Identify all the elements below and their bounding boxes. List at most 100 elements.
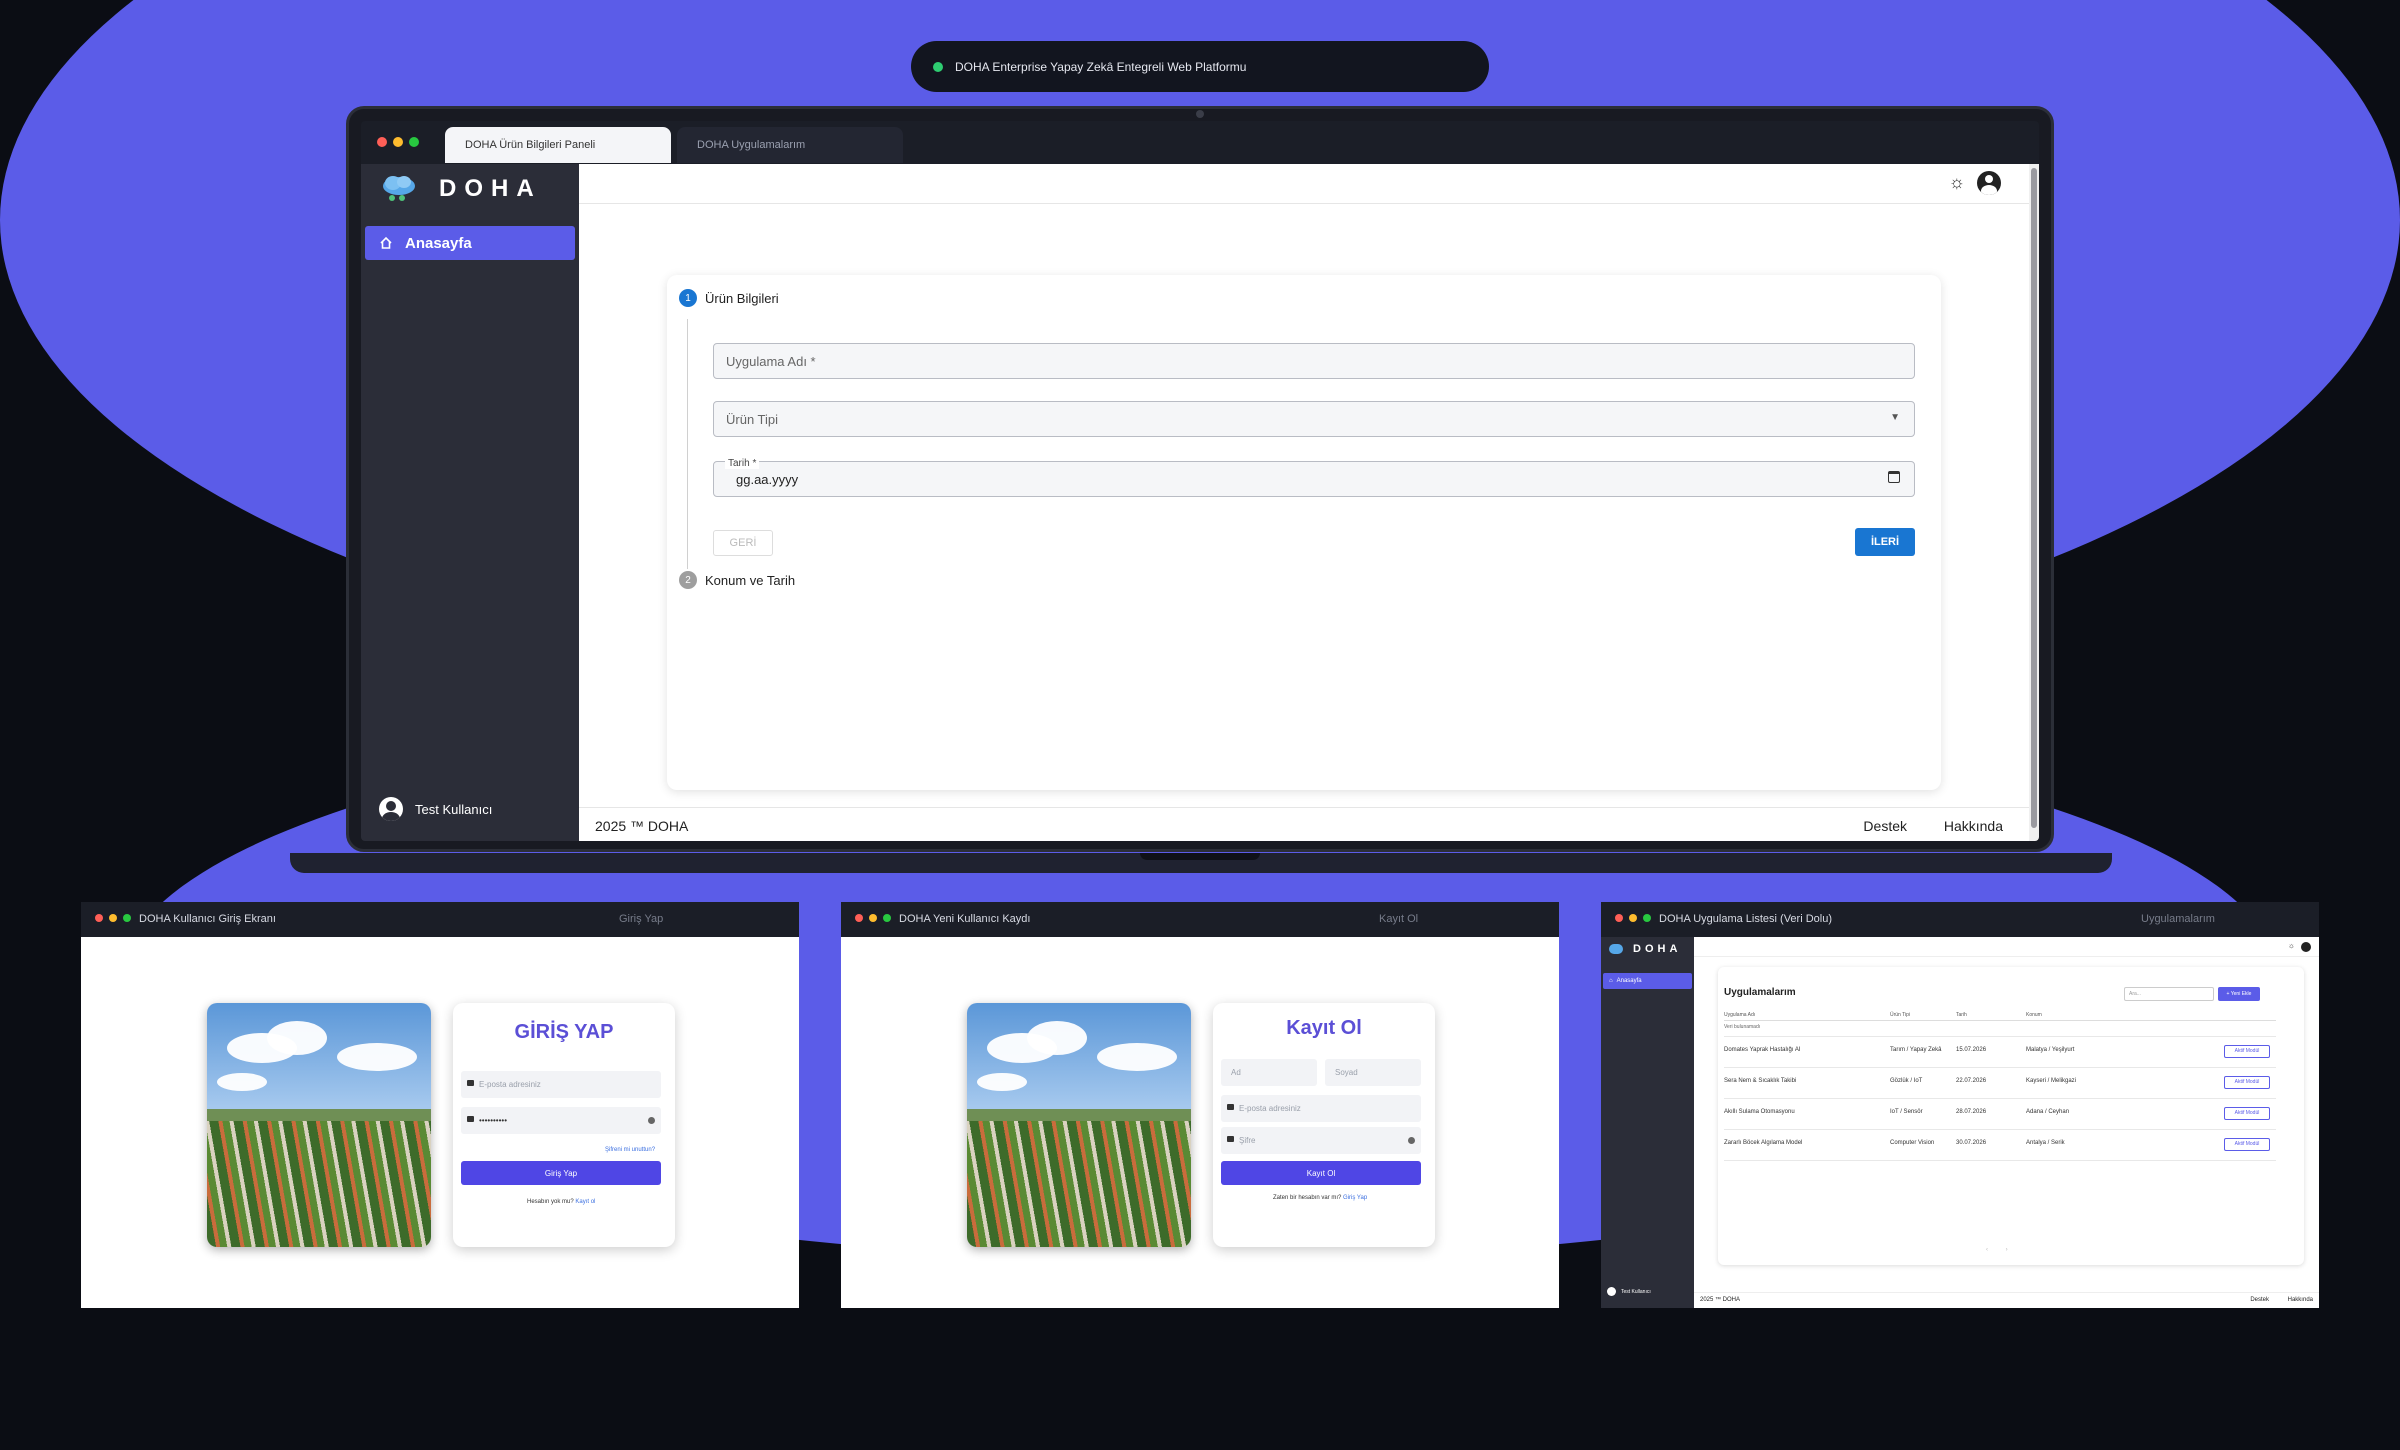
active-module-button[interactable]: Aktif Modül	[2224, 1045, 2270, 1058]
register-link[interactable]: Kayıt ol	[575, 1199, 595, 1205]
forgot-password-link[interactable]: Şifreni mi unuttun?	[605, 1147, 655, 1153]
product-type-placeholder: Ürün Tipi	[726, 411, 779, 427]
theme-toggle-icon[interactable]: ☼	[2288, 941, 2295, 950]
calendar-icon[interactable]	[1888, 471, 1900, 483]
search-input[interactable]: Ara...	[2124, 987, 2214, 1001]
home-icon	[380, 236, 392, 249]
step-location-date[interactable]: 2 Konum ve Tarih	[679, 571, 795, 589]
step-number: 2	[679, 571, 697, 589]
banner-text: DOHA Enterprise Yapay Zekâ Entegreli Web…	[955, 59, 1247, 74]
table-row[interactable]: Domates Yaprak Hastalığı AI Tarım / Yapa…	[1724, 1037, 2276, 1068]
register-button[interactable]: Kayıt Ol	[1221, 1161, 1421, 1185]
footer-about-link[interactable]: Hakkında	[1944, 818, 2003, 834]
column-header[interactable]: Konum	[2026, 1012, 2042, 1018]
close-window-icon[interactable]	[377, 137, 387, 147]
maximize-window-icon[interactable]	[883, 914, 891, 922]
apps-card: Uygulamalarım Ara... + Yeni Ekle Uygulam…	[1718, 967, 2304, 1265]
last-name-input[interactable]: Soyad	[1325, 1059, 1421, 1086]
minimize-window-icon[interactable]	[869, 914, 877, 922]
minimize-window-icon[interactable]	[109, 914, 117, 922]
last-name-placeholder: Soyad	[1335, 1068, 1358, 1077]
footer-copyright: 2025 ™ DOHA	[595, 818, 689, 834]
footer-support-link[interactable]: Destek	[1863, 818, 1907, 834]
account-icon[interactable]	[2301, 942, 2311, 952]
footer: 2025 ™ DOHA Destek Hakkında	[579, 807, 2029, 841]
password-input[interactable]: Şifre	[1221, 1127, 1421, 1154]
tab-product-panel[interactable]: DOHA Ürün Bilgileri Paneli	[445, 127, 671, 163]
user-name: Test Kullanıcı	[1621, 1288, 1651, 1295]
window-title: DOHA Yeni Kullanıcı Kaydı	[899, 913, 1031, 925]
table-row[interactable]: Zararlı Böcek Algılama Model Computer Vi…	[1724, 1130, 2276, 1161]
cell-name: Domates Yaprak Hastalığı AI	[1724, 1047, 1801, 1053]
app-name-input[interactable]: Uygulama Adı *	[713, 343, 1915, 379]
column-header[interactable]: Uygulama Adı	[1724, 1012, 1755, 1018]
cell-date: 28.07.2026	[1956, 1109, 1987, 1115]
column-header[interactable]: Tarih	[1956, 1012, 1967, 1018]
eye-icon[interactable]	[1408, 1137, 1415, 1144]
footer-support-link[interactable]: Destek	[2250, 1297, 2269, 1303]
eye-icon[interactable]	[648, 1117, 655, 1124]
maximize-window-icon[interactable]	[1643, 914, 1651, 922]
logo[interactable]: DOHA	[1609, 943, 1681, 955]
minimize-window-icon[interactable]	[393, 137, 403, 147]
account-icon[interactable]	[1977, 171, 2001, 195]
first-name-placeholder: Ad	[1231, 1068, 1241, 1077]
email-input[interactable]: E-posta adresiniz	[461, 1071, 661, 1098]
active-module-button[interactable]: Aktif Modül	[2224, 1138, 2270, 1151]
window-center-title: Uygulamalarım	[2141, 913, 2215, 925]
date-input[interactable]: gg.aa.yyyy	[713, 461, 1915, 497]
login-link[interactable]: Giriş Yap	[1343, 1195, 1367, 1201]
login-prompt: Zaten bir hesabın var mı? Giriş Yap	[1273, 1195, 1367, 1201]
key-icon	[1227, 1136, 1234, 1142]
password-input[interactable]: ••••••••••	[461, 1107, 661, 1134]
empty-row: Veri bulunamadı	[1724, 1021, 2276, 1037]
cell-name: Zararlı Böcek Algılama Model	[1724, 1140, 1803, 1146]
scrollbar-thumb[interactable]	[2031, 168, 2037, 828]
maximize-window-icon[interactable]	[409, 137, 419, 147]
sidebar-item-home[interactable]: Anasayfa	[365, 226, 575, 260]
window-controls	[95, 914, 131, 922]
date-label: Tarih *	[725, 458, 760, 469]
minimize-window-icon[interactable]	[1629, 914, 1637, 922]
close-window-icon[interactable]	[1615, 914, 1623, 922]
email-icon	[1227, 1104, 1234, 1110]
email-input[interactable]: E-posta adresiniz	[1221, 1095, 1421, 1122]
back-button[interactable]: GERİ	[713, 530, 773, 556]
window-title-bar: DOHA Yeni Kullanıcı Kaydı Kayıt Ol	[841, 902, 1559, 937]
add-new-button[interactable]: + Yeni Ekle	[2218, 987, 2260, 1001]
cell-location: Antalya / Serik	[2026, 1140, 2065, 1146]
step-title: Ürün Bilgileri	[705, 290, 779, 306]
user-avatar-icon	[1607, 1287, 1616, 1296]
table-row[interactable]: Akıllı Sulama Otomasyonu IoT / Sensör 28…	[1724, 1099, 2276, 1130]
maximize-window-icon[interactable]	[123, 914, 131, 922]
footer-about-link[interactable]: Hakkında	[2288, 1297, 2313, 1303]
cell-name: Sera Nem & Sıcaklık Takibi	[1724, 1078, 1797, 1084]
close-window-icon[interactable]	[95, 914, 103, 922]
login-button[interactable]: Giriş Yap	[461, 1161, 661, 1185]
active-module-button[interactable]: Aktif Modül	[2224, 1107, 2270, 1120]
column-header[interactable]: Ürün Tipi	[1890, 1012, 1910, 1018]
product-type-select[interactable]: Ürün Tipi ▼	[713, 401, 1915, 437]
sidebar-item-home[interactable]: ⌂ Anasayfa	[1603, 973, 1692, 989]
table-row[interactable]: Sera Nem & Sıcaklık Takibi Gözlük / IoT …	[1724, 1068, 2276, 1099]
tab-my-apps[interactable]: DOHA Uygulamalarım	[677, 127, 903, 163]
close-window-icon[interactable]	[855, 914, 863, 922]
active-module-button[interactable]: Aktif Modül	[2224, 1076, 2270, 1089]
first-name-input[interactable]: Ad	[1221, 1059, 1317, 1086]
email-icon	[467, 1080, 474, 1086]
have-account-text: Zaten bir hesabın var mı?	[1273, 1195, 1342, 1201]
status-dot-icon	[933, 61, 943, 72]
scrollbar[interactable]	[2029, 164, 2039, 841]
step-product-info[interactable]: 1 Ürün Bilgileri	[679, 289, 779, 307]
logo[interactable]: DOHA	[379, 174, 542, 204]
window-controls	[1615, 914, 1651, 922]
next-button[interactable]: İLERİ	[1855, 528, 1915, 556]
user-profile[interactable]: Test Kullanıcı	[1607, 1287, 1651, 1296]
step-title: Konum ve Tarih	[705, 572, 796, 588]
key-icon	[467, 1116, 474, 1122]
pagination[interactable]: ‹ ›	[1986, 1247, 2016, 1253]
window-controls	[377, 137, 419, 147]
theme-toggle-icon[interactable]: ☼	[1949, 172, 1966, 193]
date-placeholder: gg.aa.yyyy	[736, 471, 799, 487]
user-profile[interactable]: Test Kullanıcı	[379, 797, 492, 821]
